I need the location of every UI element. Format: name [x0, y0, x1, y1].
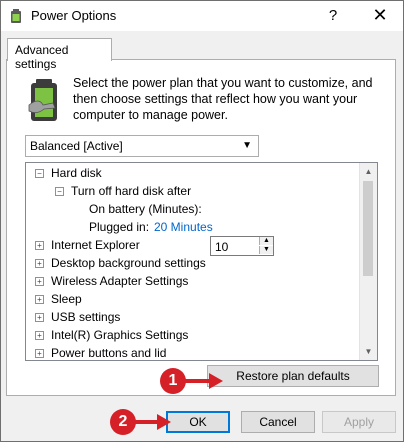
tree-scrollbar[interactable]: ▲ ▼ — [359, 163, 377, 360]
plugged-in-label: Plugged in: — [89, 220, 150, 234]
scroll-up-icon[interactable]: ▲ — [360, 163, 377, 180]
expand-icon[interactable]: + — [35, 313, 44, 322]
plugged-in-value-link[interactable]: 20 Minutes — [154, 218, 213, 236]
tab-label: Advanced settings — [15, 43, 69, 71]
ok-button[interactable]: OK — [166, 411, 230, 433]
tree-item-label: Wireless Adapter Settings — [51, 274, 189, 288]
scrollbar-thumb[interactable] — [363, 181, 373, 276]
tab-advanced-settings[interactable]: Advanced settings — [7, 38, 112, 71]
window-title: Power Options — [31, 8, 117, 23]
settings-tree[interactable]: − Hard disk − Turn off hard disk after O… — [25, 162, 378, 361]
tree-item-label: Hard disk — [51, 166, 102, 180]
spin-down-icon[interactable]: ▼ — [259, 246, 273, 254]
title-bar: Power Options ? ✕ — [1, 1, 403, 31]
tree-item-label: Desktop background settings — [51, 256, 206, 270]
collapse-icon[interactable]: − — [55, 187, 64, 196]
power-plan-selected: Balanced [Active] — [30, 139, 123, 153]
tree-item-label: Power buttons and lid — [51, 346, 167, 360]
scroll-down-icon[interactable]: ▼ — [360, 343, 377, 360]
plan-description: Select the power plan that you want to c… — [73, 76, 373, 122]
tree-item-label: USB settings — [51, 310, 121, 324]
expand-icon[interactable]: + — [35, 349, 44, 358]
apply-button: Apply — [322, 411, 396, 433]
tree-item-label: Internet Explorer — [51, 238, 140, 252]
help-button[interactable]: ? — [313, 1, 353, 31]
expand-icon[interactable]: + — [35, 331, 44, 340]
step-2-arrow-icon — [135, 414, 171, 430]
step-1-arrow-icon — [185, 373, 223, 389]
collapse-icon[interactable]: − — [35, 169, 44, 178]
expand-icon[interactable]: + — [35, 259, 44, 268]
battery-plug-icon — [28, 79, 57, 121]
expand-icon[interactable]: + — [35, 277, 44, 286]
expand-icon[interactable]: + — [35, 295, 44, 304]
restore-plan-defaults-button[interactable]: Restore plan defaults — [207, 365, 379, 387]
power-plan-dropdown[interactable]: Balanced [Active] ▼ — [25, 135, 259, 157]
spin-up-icon[interactable]: ▲ — [259, 237, 273, 245]
on-battery-minutes-stepper[interactable]: 10 ▲ ▼ — [210, 236, 274, 256]
tree-item-on-battery: On battery (Minutes): 10 ▲ ▼ — [26, 200, 356, 256]
cancel-button[interactable]: Cancel — [241, 411, 315, 433]
tree-item-label: Intel(R) Graphics Settings — [51, 328, 189, 342]
chevron-down-icon: ▼ — [242, 140, 252, 151]
on-battery-minutes-value[interactable]: 10 — [215, 238, 228, 256]
close-button[interactable]: ✕ — [357, 1, 403, 31]
tree-item-label: Sleep — [51, 292, 82, 306]
expand-icon[interactable]: + — [35, 241, 44, 250]
power-options-app-icon — [11, 9, 21, 23]
tree-item-label: Turn off hard disk after — [71, 184, 192, 198]
on-battery-label: On battery (Minutes): — [89, 202, 202, 216]
